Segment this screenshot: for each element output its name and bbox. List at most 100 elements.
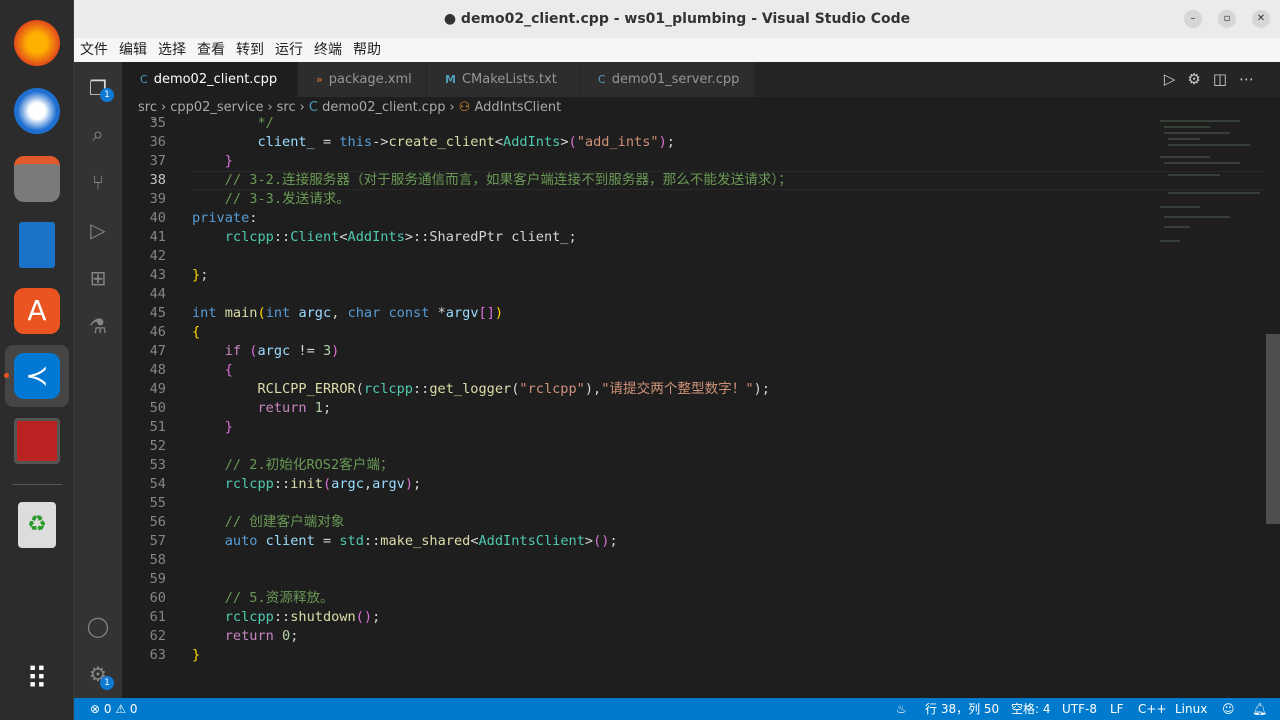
code-line[interactable]: auto client = std::make_shared<AddIntsCl… <box>192 532 618 551</box>
code-line[interactable]: } <box>192 418 233 437</box>
source-control-icon[interactable]: ⑂ <box>86 170 110 194</box>
code-token: rclcpp <box>192 229 274 245</box>
menu-terminal[interactable]: 终端 <box>314 42 342 58</box>
menu-selection[interactable]: 选择 <box>158 42 186 58</box>
menu-file[interactable]: 文件 <box>80 42 108 58</box>
code-token: ) <box>494 305 504 321</box>
line-number: 60 <box>149 590 166 606</box>
explorer-badge: 1 <box>100 88 114 102</box>
code-line[interactable]: int main(int argc, char const *argv[]) <box>192 304 503 323</box>
firefox-icon[interactable] <box>14 20 60 66</box>
code-editor[interactable]: 35 */36 client_ = this->create_client<Ad… <box>122 114 1267 698</box>
code-token: if <box>192 343 242 359</box>
error-count: 0 <box>103 702 112 716</box>
menu-go[interactable]: 转到 <box>236 42 264 58</box>
code-line[interactable]: rclcpp::Client<AddInts>::SharedPtr clien… <box>192 228 577 247</box>
menu-edit[interactable]: 编辑 <box>119 42 147 58</box>
search-icon[interactable]: ⌕ <box>86 122 110 146</box>
code-token: main <box>224 305 258 321</box>
tab-demo01-server[interactable]: Cdemo01_server.cpp <box>580 62 754 97</box>
minimize-button[interactable]: – <box>1184 10 1202 28</box>
code-line[interactable]: return 0; <box>192 627 299 646</box>
code-token: >::SharedPtr client_; <box>404 229 577 245</box>
line-number: 36 <box>149 134 166 150</box>
breadcrumb-item[interactable]: demo02_client.cpp <box>322 100 445 115</box>
code-line[interactable]: { <box>192 323 200 342</box>
feedback-icon[interactable]: ☺ <box>1222 698 1235 720</box>
breadcrumb-item[interactable]: cpp02_service <box>170 100 263 115</box>
code-token: < <box>339 229 348 245</box>
close-button[interactable]: ✕ <box>1252 10 1270 28</box>
line-number: 52 <box>149 438 166 454</box>
run-icon[interactable]: ▷ <box>1164 70 1188 88</box>
code-line[interactable]: */ <box>192 114 274 133</box>
code-token: = <box>314 533 340 549</box>
window-title: ● demo02_client.cpp - ws01_plumbing - Vi… <box>443 11 911 27</box>
menu-run[interactable]: 运行 <box>275 42 303 58</box>
code-line[interactable]: // 2.初始化ROS2客户端； <box>192 456 394 475</box>
tab-demo02-client[interactable]: Cdemo02_client.cpp ● <box>122 62 297 122</box>
code-token: RCLCPP_ERROR <box>192 381 356 397</box>
code-line[interactable]: private: <box>192 209 257 228</box>
cpp-file-icon: C <box>308 100 323 115</box>
code-token: () <box>593 533 610 549</box>
code-token: ( <box>257 305 266 321</box>
vertical-scrollbar[interactable] <box>1266 334 1280 524</box>
code-line[interactable]: // 3-2.连接服务器（对于服务通信而言，如果客户端连接不到服务器，那么不能发… <box>192 171 792 190</box>
code-line[interactable]: RCLCPP_ERROR(rclcpp::get_logger("rclcpp"… <box>192 380 769 399</box>
breadcrumb-item[interactable]: src <box>138 100 157 115</box>
more-actions-icon[interactable]: ⋯ <box>1239 70 1266 88</box>
language-mode[interactable]: C++ <box>1138 698 1167 720</box>
minimap[interactable] <box>1150 117 1266 267</box>
code-token: 3 <box>322 343 332 359</box>
vscode-icon[interactable]: ≺ <box>14 353 60 399</box>
run-debug-icon[interactable]: ▷ <box>86 218 110 242</box>
code-line[interactable]: client_ = this->create_client<AddInts>("… <box>192 133 674 152</box>
code-token: create_client <box>388 134 495 150</box>
testing-icon[interactable]: ⚗ <box>86 314 110 338</box>
tab-cmakelists[interactable]: M CMakeLists.txt <box>427 62 579 97</box>
tab-label: CMakeLists.txt <box>461 72 557 87</box>
code-line[interactable]: rclcpp::init(argc,argv); <box>192 475 421 494</box>
problems-indicator[interactable]: ⊗ 0 ⚠ 0 <box>90 698 138 720</box>
trash-icon[interactable]: ♻ <box>18 502 56 548</box>
breadcrumb-item[interactable]: AddIntsClient <box>474 100 561 115</box>
code-line[interactable]: { <box>192 361 233 380</box>
flame-icon[interactable]: ♨ <box>896 698 907 720</box>
menu-help[interactable]: 帮助 <box>353 42 381 58</box>
xml-file-icon: » <box>316 73 323 86</box>
menu-view[interactable]: 查看 <box>197 42 225 58</box>
code-line[interactable]: rclcpp::shutdown(); <box>192 608 381 627</box>
maximize-button[interactable]: ▫ <box>1218 10 1236 28</box>
line-number: 37 <box>149 153 166 169</box>
writer-icon[interactable] <box>19 222 55 268</box>
accounts-icon[interactable]: ◯ <box>86 614 110 638</box>
encoding[interactable]: UTF-8 <box>1062 698 1097 720</box>
code-line[interactable]: }; <box>192 266 208 285</box>
end-of-line[interactable]: LF <box>1110 698 1124 720</box>
extensions-icon[interactable]: ⊞ <box>86 266 110 290</box>
files-icon[interactable] <box>14 156 60 202</box>
os-indicator[interactable]: Linux <box>1175 698 1207 720</box>
cursor-position[interactable]: 行 38，列 50 <box>925 698 999 720</box>
code-token: ) <box>331 343 340 359</box>
code-line[interactable]: } <box>192 152 233 171</box>
app-center-icon[interactable]: A <box>14 288 60 334</box>
code-token: */ <box>192 115 274 131</box>
notifications-bell-icon[interactable]: 🔔︎ <box>1252 698 1267 720</box>
code-line[interactable]: return 1; <box>192 399 331 418</box>
code-line[interactable]: // 创建客户端对象 <box>192 513 345 532</box>
show-apps-icon[interactable]: ⠿ <box>14 657 60 703</box>
code-line[interactable]: } <box>192 646 200 665</box>
indentation[interactable]: 空格: 4 <box>1011 698 1051 720</box>
code-line[interactable]: if (argc != 3) <box>192 342 340 361</box>
thunderbird-icon[interactable] <box>14 88 60 134</box>
breadcrumb-item[interactable]: src <box>277 100 296 115</box>
code-line[interactable]: // 3-3.发送请求。 <box>192 190 350 209</box>
settings-icon[interactable]: ⚙ <box>1187 70 1212 88</box>
code-line[interactable]: // 5.资源释放。 <box>192 589 334 608</box>
split-editor-icon[interactable]: ◫ <box>1213 70 1239 88</box>
terminal-icon[interactable] <box>14 418 60 464</box>
code-token: ; <box>322 400 332 416</box>
tab-package-xml[interactable]: » package.xml <box>298 62 426 97</box>
